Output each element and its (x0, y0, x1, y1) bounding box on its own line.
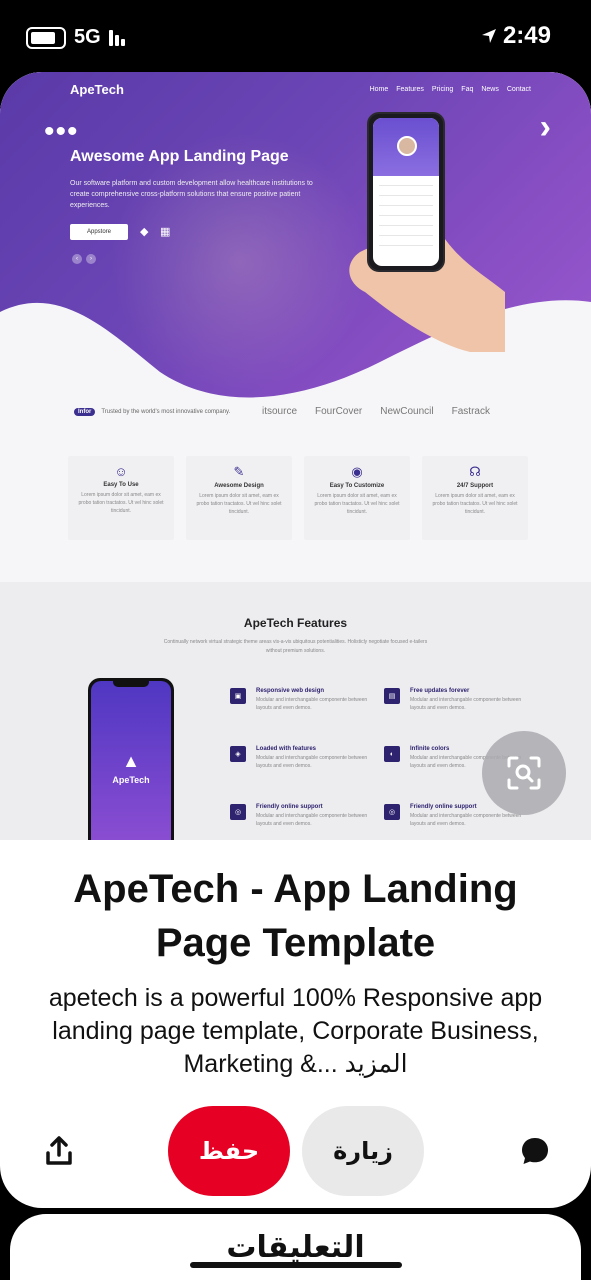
visual-search-icon (507, 756, 541, 790)
feature-card-title: Easy To Use (103, 482, 139, 488)
share-button[interactable] (44, 1136, 74, 1171)
features-phone-mockup: ▲ ApeTech (88, 678, 174, 840)
headset-icon: ☊ (469, 464, 481, 479)
save-label: حفظ (198, 1137, 260, 1165)
clock: 2:49 (502, 22, 551, 49)
support-icon: ◎ (384, 804, 400, 820)
colors-icon: ◐ (384, 746, 400, 762)
visual-search-button[interactable] (482, 731, 566, 815)
status-bar: 5G 2:49 (0, 0, 591, 72)
android-icon: ◆ (140, 226, 149, 238)
save-button[interactable]: حفظ (168, 1106, 290, 1196)
hero-nav-item: Pricing (431, 86, 454, 93)
feature-card-desc: Lorem ipsum dolor sit amet, eam ex probo… (432, 493, 518, 515)
hero-description: Our software platform and custom develop… (70, 180, 313, 209)
update-icon: ▤ (384, 688, 400, 704)
visit-button[interactable]: زيارة (302, 1106, 424, 1196)
visit-label: زيارة (333, 1137, 393, 1165)
partner-logo: NewCouncil (380, 406, 434, 417)
signal-icon (108, 29, 125, 46)
trusted-text: Trusted by the world's most innovative c… (101, 409, 231, 415)
partner-logo: Fastrack (451, 406, 490, 417)
partner-logos: itsource FourCover NewCouncil Fastrack (262, 406, 490, 417)
feature-card-desc: Lorem ipsum dolor sit amet, eam ex probo… (78, 492, 164, 514)
support-icon: ◎ (230, 804, 246, 820)
pin-actions: حفظ زيارة (0, 1104, 591, 1196)
partner-logo: FourCover (315, 406, 363, 417)
trusted-badge: Infor (74, 408, 96, 416)
feature-card: ☺ Easy To Use Lorem ipsum dolor sit amet… (68, 456, 174, 540)
phone-brand: ApeTech (112, 775, 150, 785)
apetech-logo-icon: ▲ (122, 751, 140, 771)
features-subheading: Continually network virtual strategic th… (163, 639, 428, 654)
hero-nav-item: Faq (461, 86, 474, 93)
comments-title: التعليقات (226, 1231, 365, 1264)
feature-item: ▤ Free updates forever Modular and inter… (384, 688, 534, 712)
feature-card: ◉ Easy To Customize Lorem ipsum dolor si… (304, 456, 410, 540)
appstore-label: Appstore (86, 229, 111, 235)
feature-item-title: Free updates forever (410, 688, 470, 694)
feature-item: ◈ Loaded with features Modular and inter… (230, 746, 380, 770)
slider-prev-icon: ‹ (72, 254, 82, 264)
location-arrow-icon (481, 29, 496, 43)
feature-card-title: 24/7 Support (456, 483, 494, 489)
smile-icon: ☺ (114, 464, 128, 479)
palette-icon: ◉ (351, 464, 363, 479)
chevron-right-icon[interactable]: › (540, 108, 551, 147)
hero-nav-item: Features (396, 86, 424, 93)
feature-item: ◎ Friendly online support Modular and in… (230, 804, 380, 828)
pin-card: ApeTech Home Features Pricing Faq News C… (0, 72, 591, 1208)
feature-cards: ☺ Easy To Use Lorem ipsum dolor sit amet… (68, 456, 528, 540)
hero-nav-item: News (481, 86, 499, 93)
feature-card: ☊ 24/7 Support Lorem ipsum dolor sit ame… (422, 456, 528, 540)
responsive-icon: ▣ (230, 688, 246, 704)
partner-logo: itsource (262, 406, 298, 417)
pin-title: ApeTech - App Landing Page Template (73, 867, 518, 965)
comment-icon (522, 1138, 548, 1164)
pin-image[interactable]: ApeTech Home Features Pricing Faq News C… (0, 72, 591, 840)
feature-item-title: Responsive web design (256, 688, 325, 694)
feature-card-title: Awesome Design (214, 483, 264, 489)
hero-brand: ApeTech (70, 82, 124, 97)
feature-item-desc: Modular and interchangable componente be… (256, 755, 368, 769)
more-options-icon[interactable]: ••• (44, 117, 79, 147)
feature-item-desc: Modular and interchangable componente be… (410, 697, 522, 711)
hero-phone-mockup (367, 112, 445, 272)
windows-icon: ▦ (160, 226, 171, 238)
features-heading: ApeTech Features (243, 616, 348, 630)
slider-next-icon: › (86, 254, 96, 264)
hero-nav-item: Home (369, 86, 389, 93)
design-tools-icon: ✎ (233, 464, 245, 479)
feature-item-desc: Modular and interchangable componente be… (410, 813, 522, 827)
feature-item-title: Loaded with features (256, 746, 317, 752)
feature-card: ✎ Awesome Design Lorem ipsum dolor sit a… (186, 456, 292, 540)
feature-card-title: Easy To Customize (329, 483, 385, 489)
share-icon (46, 1136, 72, 1165)
trusted-strip: Infor Trusted by the world's most innova… (74, 408, 230, 416)
hero-nav: Home Features Pricing Faq News Contact (370, 86, 531, 93)
shield-icon: ◈ (230, 746, 246, 762)
feature-card-desc: Lorem ipsum dolor sit amet, eam ex probo… (314, 493, 400, 515)
battery-icon (26, 26, 66, 49)
appstore-button: Appstore (70, 224, 128, 240)
comment-button[interactable] (520, 1136, 550, 1171)
network-label: 5G (74, 26, 101, 48)
pin-description[interactable]: apetech is a powerful 100% Responsive ap… (30, 982, 561, 1081)
hero-title: Awesome App Landing Page (70, 148, 289, 165)
hero-nav-item: Contact (506, 86, 531, 93)
feature-item-desc: Modular and interchangable componente be… (256, 813, 368, 827)
feature-item: ▣ Responsive web design Modular and inte… (230, 688, 380, 712)
feature-card-desc: Lorem ipsum dolor sit amet, eam ex probo… (196, 493, 282, 515)
feature-item-desc: Modular and interchangable componente be… (256, 697, 368, 711)
home-indicator[interactable] (190, 1262, 402, 1268)
comments-sheet[interactable]: التعليقات (10, 1214, 581, 1280)
feature-item-title: Friendly online support (256, 804, 323, 810)
